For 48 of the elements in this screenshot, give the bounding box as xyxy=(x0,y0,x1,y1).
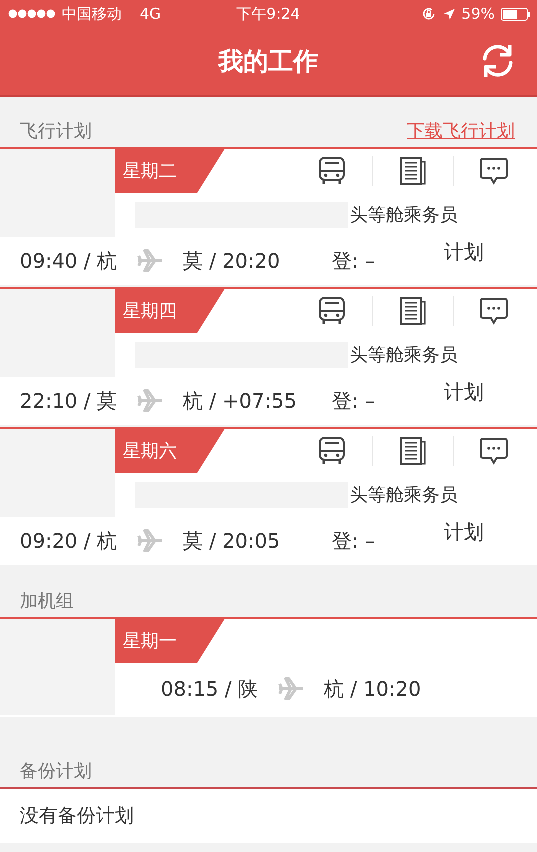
signal-icon xyxy=(8,9,56,19)
chat-bubble-icon[interactable] xyxy=(479,296,509,326)
carrier-text: 中国移动 xyxy=(62,4,122,24)
document-list-icon[interactable] xyxy=(398,436,428,466)
departure-text: 08:15 / 陕 xyxy=(161,676,258,702)
document-list-icon[interactable] xyxy=(398,296,428,326)
bus-icon[interactable] xyxy=(317,296,347,326)
arrival-text: 莫 / 20:20 xyxy=(183,248,280,274)
airplane-icon xyxy=(137,529,164,553)
rotation-lock-icon xyxy=(420,6,437,22)
departure-text: 09:40 / 杭 xyxy=(20,248,118,274)
boarding-text: 登: – xyxy=(332,248,376,274)
bus-icon[interactable] xyxy=(317,436,347,466)
day-tag: 星期六 xyxy=(115,429,225,473)
location-arrow-icon xyxy=(442,8,456,20)
battery-text: 59% xyxy=(462,5,495,23)
airplane-icon xyxy=(278,677,304,701)
plan-text: 计划 xyxy=(444,518,484,546)
role-text: 头等舱乘务员 xyxy=(350,204,458,227)
document-list-icon[interactable] xyxy=(398,156,428,186)
clock-text: 下午9:24 xyxy=(236,4,300,24)
role-text: 头等舱乘务员 xyxy=(350,484,458,507)
plan-text: 计划 xyxy=(444,378,484,406)
departure-text: 22:10 / 莫 xyxy=(20,388,118,414)
departure-text: 09:20 / 杭 xyxy=(20,528,118,554)
airplane-icon xyxy=(137,249,164,273)
empty-message: 没有备份计划 xyxy=(20,804,134,829)
day-tag: 星期二 xyxy=(115,149,225,193)
battery-icon xyxy=(501,8,531,20)
airplane-icon xyxy=(137,389,164,413)
chat-bubble-icon[interactable] xyxy=(479,156,509,186)
bus-icon[interactable] xyxy=(317,156,347,186)
section-header: 加机组 xyxy=(20,590,74,613)
boarding-text: 登: – xyxy=(332,528,376,554)
section-header: 备份计划 xyxy=(20,760,92,783)
day-tag: 星期一 xyxy=(115,619,225,663)
section-header: 飞行计划 xyxy=(20,120,92,143)
day-tag: 星期四 xyxy=(115,289,225,333)
chat-bubble-icon[interactable] xyxy=(479,436,509,466)
role-text: 头等舱乘务员 xyxy=(350,344,458,367)
arrival-text: 杭 / 10:20 xyxy=(324,676,422,702)
boarding-text: 登: – xyxy=(332,388,376,414)
download-link[interactable]: 下载飞行计划 xyxy=(407,119,515,143)
page-title: 我的工作 xyxy=(218,46,318,78)
network-text: 4G xyxy=(140,5,162,23)
arrival-text: 杭 / +07:55 xyxy=(183,388,297,414)
arrival-text: 莫 / 20:05 xyxy=(183,528,280,554)
plan-text: 计划 xyxy=(444,238,484,266)
